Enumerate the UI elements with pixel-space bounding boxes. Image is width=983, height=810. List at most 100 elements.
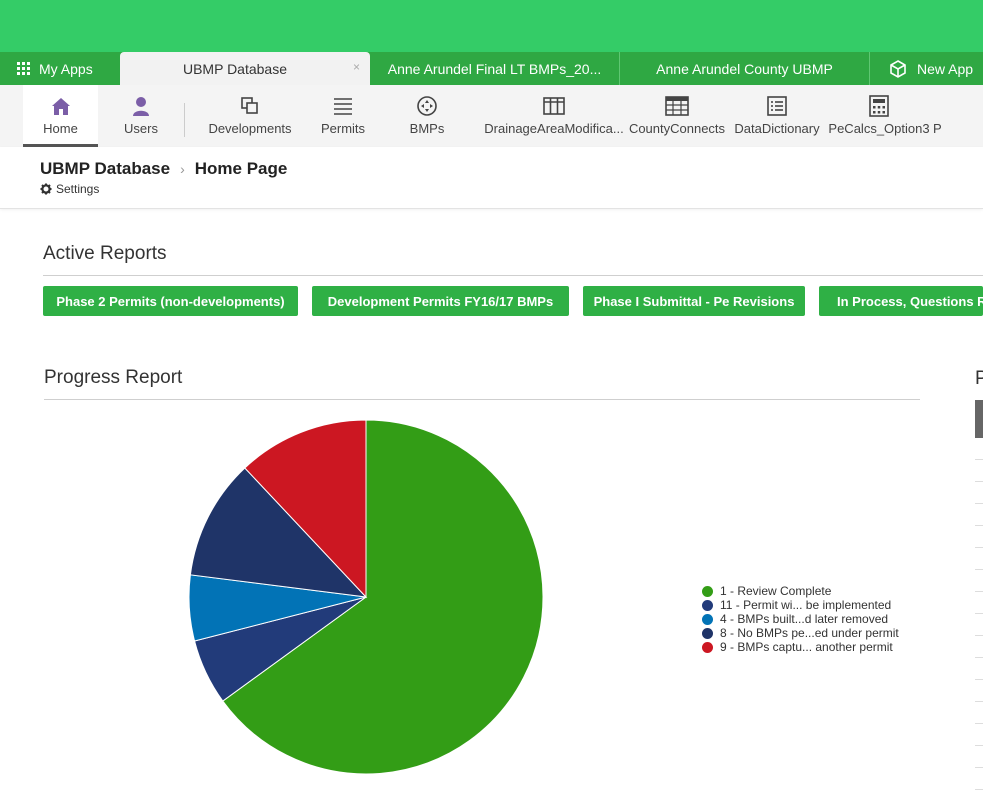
table-icon [665, 96, 689, 116]
legend-swatch [702, 627, 713, 639]
progress-report-title: Progress Report [44, 367, 183, 388]
top-banner [0, 0, 983, 52]
legend-item[interactable]: 11 - Permit wi... be implemented [702, 598, 899, 612]
toolbar-developments[interactable]: Developments [185, 85, 315, 147]
breadcrumb: UBMP Database › Home Page [40, 159, 287, 179]
tab-anne-arundel-county[interactable]: Anne Arundel County UBMP [620, 52, 870, 85]
legend-swatch [702, 599, 713, 611]
page-toolbar: Home Users Developments Permits BMPs Dra… [0, 85, 983, 147]
my-apps-button[interactable]: My Apps [0, 52, 120, 85]
tab-label: Anne Arundel Final LT BMPs_20... [387, 60, 602, 77]
report-button-phase2[interactable]: Phase 2 Permits (non-developments) [43, 286, 298, 316]
apps-grid-icon [17, 61, 31, 76]
user-icon [133, 97, 149, 116]
toolbar-label: PeCalcs_Option3 [828, 121, 930, 136]
pie-slice-4[interactable] [189, 467, 368, 598]
copy-icon [241, 97, 258, 114]
columns-icon [543, 97, 565, 115]
tab-anne-arundel-final[interactable]: Anne Arundel Final LT BMPs_20... [370, 52, 620, 85]
report-button-phase1[interactable]: Phase I Submittal - Pe Revisions [583, 286, 805, 316]
right-panel-row-line [975, 503, 983, 504]
toolbar-drainage[interactable]: DrainageAreaModifica... [483, 85, 625, 147]
legend-swatch [702, 641, 713, 653]
pie-slice-5[interactable] [244, 419, 367, 599]
right-panel-row-line [975, 525, 983, 526]
move-icon [417, 96, 437, 116]
right-panel-row-line [975, 481, 983, 482]
new-app-label: New App [917, 60, 974, 77]
active-reports-title: Active Reports [43, 243, 167, 264]
right-panel-row-line [975, 679, 983, 680]
toolbar-datadictionary[interactable]: DataDictionary [729, 85, 825, 147]
toolbar-countyconnects[interactable]: CountyConnects [625, 85, 729, 147]
right-panel-row-line [975, 591, 983, 592]
right-panel-row-line [975, 701, 983, 702]
pie-slice-3[interactable] [188, 574, 367, 642]
toolbar-label: DataDictionary [734, 121, 820, 136]
app-tabs-bar: My Apps UBMP Database × Anne Arundel Fin… [0, 52, 983, 85]
legend-item[interactable]: 9 - BMPs captu... another permit [702, 640, 899, 654]
section-divider [44, 399, 920, 400]
close-icon[interactable]: × [353, 60, 360, 74]
home-icon [51, 98, 70, 115]
legend-item[interactable]: 4 - BMPs built...d later removed [702, 612, 899, 626]
tab-label: UBMP Database [182, 60, 287, 77]
my-apps-label: My Apps [39, 60, 93, 77]
legend-label: 11 - Permit wi... be implemented [720, 598, 892, 612]
report-button-in-process[interactable]: In Process, Questions Re [819, 286, 983, 316]
toolbar-label: Developments [208, 121, 292, 136]
right-panel-header-bar [975, 400, 983, 438]
section-divider [43, 275, 983, 276]
tab-ubmp-database[interactable]: UBMP Database × [120, 52, 370, 85]
list-icon [334, 98, 352, 115]
toolbar-label: BMPs [409, 121, 445, 136]
legend-swatch [702, 613, 713, 625]
toolbar-label: Permits [320, 121, 366, 136]
toolbar-overflow-item[interactable]: P [933, 85, 953, 147]
legend-label: 1 - Review Complete [720, 584, 832, 598]
tab-label: Anne Arundel County UBMP [656, 60, 833, 77]
gear-icon [40, 183, 52, 195]
right-panel-row-line [975, 657, 983, 658]
legend-item[interactable]: 1 - Review Complete [702, 584, 899, 598]
settings-label: Settings [56, 182, 100, 196]
pie-slice-2[interactable] [193, 596, 367, 702]
toolbar-permits[interactable]: Permits [315, 85, 371, 147]
legend-label: 8 - No BMPs pe...ed under permit [720, 626, 899, 640]
toolbar-label: DrainageAreaModifica... [484, 121, 624, 136]
right-panel-row-line [975, 547, 983, 548]
settings-link[interactable]: Settings [40, 182, 99, 196]
right-panel-row-line [975, 459, 983, 460]
calculator-icon [869, 95, 889, 117]
chevron-right-icon: › [180, 161, 185, 177]
right-panel-row-line [975, 723, 983, 724]
page-header: UBMP Database › Home Page Settings [0, 147, 983, 209]
right-panel-row-line [975, 767, 983, 768]
report-button-development-permits[interactable]: Development Permits FY16/17 BMPs [312, 286, 569, 316]
toolbar-pecalcs[interactable]: PeCalcs_Option3 [825, 85, 933, 147]
right-panel-row-line [975, 635, 983, 636]
legend-item[interactable]: 8 - No BMPs pe...ed under permit [702, 626, 899, 640]
new-app-button[interactable]: New App [870, 52, 983, 85]
right-panel-row-line [975, 569, 983, 570]
legend-label: 9 - BMPs captu... another permit [720, 640, 893, 654]
cube-icon [890, 59, 906, 78]
legend-label: 4 - BMPs built...d later removed [720, 612, 889, 626]
toolbar-label: Home [43, 121, 78, 136]
toolbar-label: Users [124, 121, 158, 136]
breadcrumb-app[interactable]: UBMP Database [40, 159, 170, 179]
toolbar-bmps[interactable]: BMPs [371, 85, 483, 147]
page-title: Home Page [194, 159, 288, 178]
right-panel-title: P [975, 368, 983, 389]
toolbar-home[interactable]: Home [23, 85, 98, 147]
toolbar-label: CountyConnects [628, 121, 726, 136]
toolbar-users[interactable]: Users [98, 85, 184, 147]
list-box-icon [767, 96, 787, 116]
right-panel-row-line [975, 613, 983, 614]
toolbar-label: P [933, 121, 942, 136]
chart-legend: 1 - Review Complete 11 - Permit wi... be … [702, 584, 899, 654]
pie-slice-1[interactable] [222, 419, 544, 775]
right-panel-row-line [975, 745, 983, 746]
legend-swatch [702, 585, 713, 597]
right-panel-row-line [975, 789, 983, 790]
